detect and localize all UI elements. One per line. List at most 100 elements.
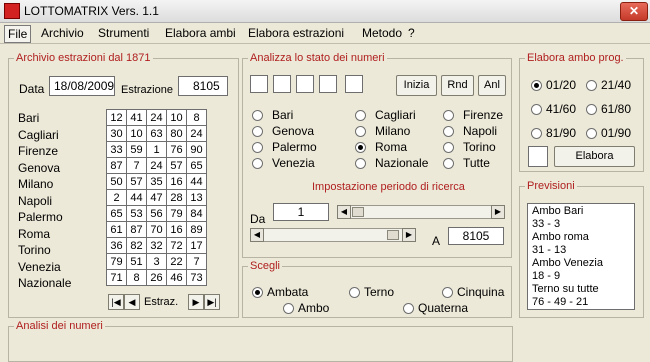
a-scrollbar[interactable]: ◀ ▶ [250,228,416,242]
number-cell[interactable]: 53 [126,205,147,222]
number-cell[interactable]: 57 [126,173,147,190]
number-cell[interactable]: 41 [126,109,147,126]
radio-button[interactable] [586,128,597,139]
number-cell[interactable]: 1 [146,141,167,158]
number-cell[interactable]: 32 [146,237,167,254]
close-button[interactable]: ✕ [620,2,648,21]
number-cell[interactable]: 47 [146,189,167,206]
number-cell[interactable]: 82 [126,237,147,254]
number-cell[interactable]: 65 [106,205,127,222]
number-cell[interactable]: 76 [166,141,187,158]
number-cell[interactable]: 13 [186,189,207,206]
number-cell[interactable]: 8 [126,269,147,286]
menu-metodo[interactable]: Metodo [359,25,405,41]
number-cell[interactable]: 44 [126,189,147,206]
number-cell[interactable]: 16 [166,173,187,190]
menu-file[interactable]: File [4,25,32,43]
number-cell[interactable]: 28 [166,189,187,206]
da-scrollbar[interactable]: ◀ ▶ [337,205,505,219]
number-cell[interactable]: 12 [106,109,127,126]
radio-button[interactable] [443,158,454,169]
number-cell[interactable]: 90 [186,141,207,158]
scroll-right-icon[interactable]: ▶ [402,228,416,242]
radio-button[interactable] [349,287,360,298]
menu-archivio[interactable]: Archivio [38,25,87,41]
first-icon[interactable]: |◀ [108,294,124,310]
number-cell[interactable]: 24 [146,157,167,174]
radio-button[interactable] [531,128,542,139]
number-box-5[interactable] [345,75,363,93]
number-cell[interactable]: 73 [186,269,207,286]
prev-icon[interactable]: ◀ [124,294,140,310]
radio-button[interactable] [586,104,597,115]
number-cell[interactable]: 63 [146,125,167,142]
previsioni-list[interactable]: Ambo Bari 33 - 3 Ambo roma 31 - 13 Ambo Vene… [527,203,635,310]
estrazione-field[interactable]: 8105 [178,76,228,96]
number-box-3[interactable] [296,75,314,93]
number-cell[interactable]: 24 [186,125,207,142]
number-cell[interactable]: 84 [186,205,207,222]
radio-button[interactable] [443,126,454,137]
number-cell[interactable]: 51 [126,253,147,270]
title-bar[interactable]: LOTTOMATRIX Vers. 1.1 ✕ [0,0,650,23]
number-cell[interactable]: 72 [166,237,187,254]
scroll-thumb[interactable] [387,230,399,240]
da-field[interactable]: 1 [273,203,329,221]
number-cell[interactable]: 65 [186,157,207,174]
radio-button[interactable] [283,303,294,314]
number-cell[interactable]: 70 [146,221,167,238]
number-cell[interactable]: 35 [146,173,167,190]
number-cell[interactable]: 56 [146,205,167,222]
inizia-button[interactable]: Inizia [396,75,437,96]
radio-button[interactable] [252,158,263,169]
radio-button[interactable] [355,142,366,153]
ambo-result-box[interactable] [528,146,548,167]
number-cell[interactable]: 10 [166,109,187,126]
menu-elabora-ambi[interactable]: Elabora ambi [162,25,239,41]
radio-button[interactable] [586,80,597,91]
number-cell[interactable]: 50 [106,173,127,190]
number-cell[interactable]: 44 [186,173,207,190]
data-field[interactable]: 18/08/2009 [49,76,115,96]
radio-button[interactable] [355,126,366,137]
radio-button[interactable] [252,126,263,137]
scroll-right-icon[interactable]: ▶ [491,205,505,219]
radio-button[interactable] [531,80,542,91]
number-cell[interactable]: 87 [126,221,147,238]
number-cell[interactable]: 59 [126,141,147,158]
number-box-1[interactable] [250,75,268,93]
number-cell[interactable]: 87 [106,157,127,174]
number-cell[interactable]: 80 [166,125,187,142]
number-box-4[interactable] [319,75,337,93]
number-box-2[interactable] [273,75,291,93]
number-cell[interactable]: 10 [126,125,147,142]
number-cell[interactable]: 36 [106,237,127,254]
last-icon[interactable]: ▶| [204,294,220,310]
scroll-thumb[interactable] [352,207,364,217]
number-cell[interactable]: 3 [146,253,167,270]
number-cell[interactable]: 61 [106,221,127,238]
number-cell[interactable]: 89 [186,221,207,238]
rnd-button[interactable]: Rnd [441,75,474,96]
scroll-left-icon[interactable]: ◀ [250,228,264,242]
radio-button[interactable] [252,287,263,298]
anl-button[interactable]: Anl [478,75,506,96]
number-cell[interactable]: 17 [186,237,207,254]
radio-button[interactable] [252,142,263,153]
number-cell[interactable]: 22 [166,253,187,270]
number-cell[interactable]: 71 [106,269,127,286]
radio-button[interactable] [252,110,263,121]
number-cell[interactable]: 46 [166,269,187,286]
number-cell[interactable]: 7 [186,253,207,270]
menu-elabora-estrazioni[interactable]: Elabora estrazioni [245,25,347,41]
number-cell[interactable]: 16 [166,221,187,238]
number-cell[interactable]: 7 [126,157,147,174]
number-cell[interactable]: 30 [106,125,127,142]
number-cell[interactable]: 26 [146,269,167,286]
radio-button[interactable] [403,303,414,314]
radio-button[interactable] [443,142,454,153]
radio-button[interactable] [531,104,542,115]
radio-button[interactable] [442,287,453,298]
scroll-left-icon[interactable]: ◀ [337,205,351,219]
number-cell[interactable]: 79 [106,253,127,270]
